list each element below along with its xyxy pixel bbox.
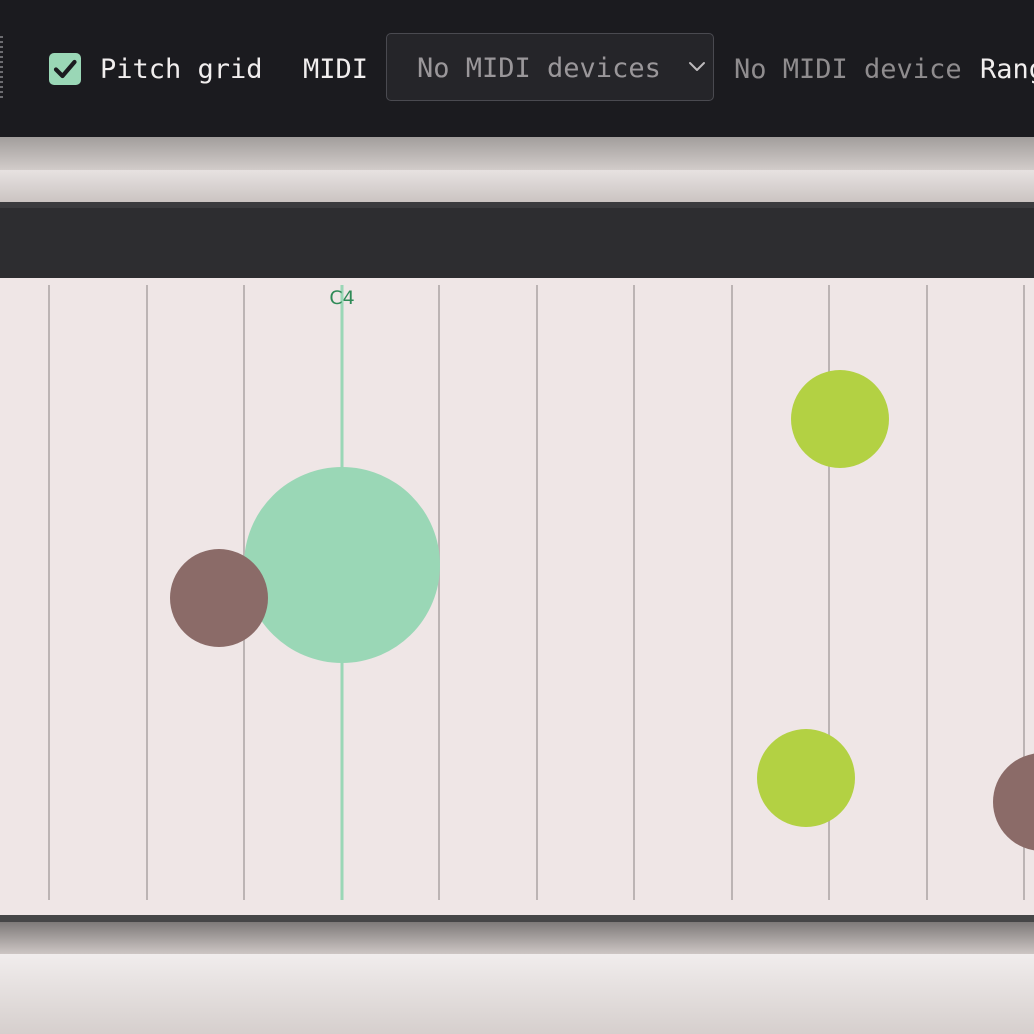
midi-device-select-value: No MIDI devices (417, 53, 661, 84)
toolbar: Pitch grid MIDI No MIDI devices No MIDI … (0, 0, 1034, 137)
divider-band (0, 137, 1034, 170)
divider-band (0, 922, 1034, 954)
pitch-grid-canvas[interactable]: C4 (0, 278, 1034, 915)
panel-bottom-border (0, 915, 1034, 922)
pitch-grid-label: Pitch grid (100, 54, 263, 85)
voice-circle-lime[interactable] (791, 370, 889, 468)
midi-label: MIDI (303, 54, 369, 85)
voice-circle-mint[interactable] (244, 467, 440, 663)
toolbar-edge-handle (0, 36, 3, 100)
voice-circle-brown[interactable] (993, 753, 1034, 851)
c4-label: C4 (329, 287, 354, 309)
midi-status-text: No MIDI device (734, 54, 962, 85)
chevron-down-icon (689, 62, 705, 71)
lower-panel (0, 954, 1034, 1034)
midi-device-select[interactable]: No MIDI devices (386, 33, 714, 101)
app-root: Pitch grid MIDI No MIDI devices No MIDI … (0, 0, 1034, 1034)
scroll-track[interactable] (0, 170, 1034, 202)
voice-circle-brown[interactable] (170, 549, 268, 647)
pitch-grid-checkbox[interactable] (49, 53, 81, 85)
pitch-grid-svg: C4 (48, 285, 1034, 900)
voice-circle-lime[interactable] (757, 729, 855, 827)
range-label: Rang (980, 54, 1034, 85)
check-icon (53, 59, 77, 79)
pitch-panel-header (0, 202, 1034, 278)
